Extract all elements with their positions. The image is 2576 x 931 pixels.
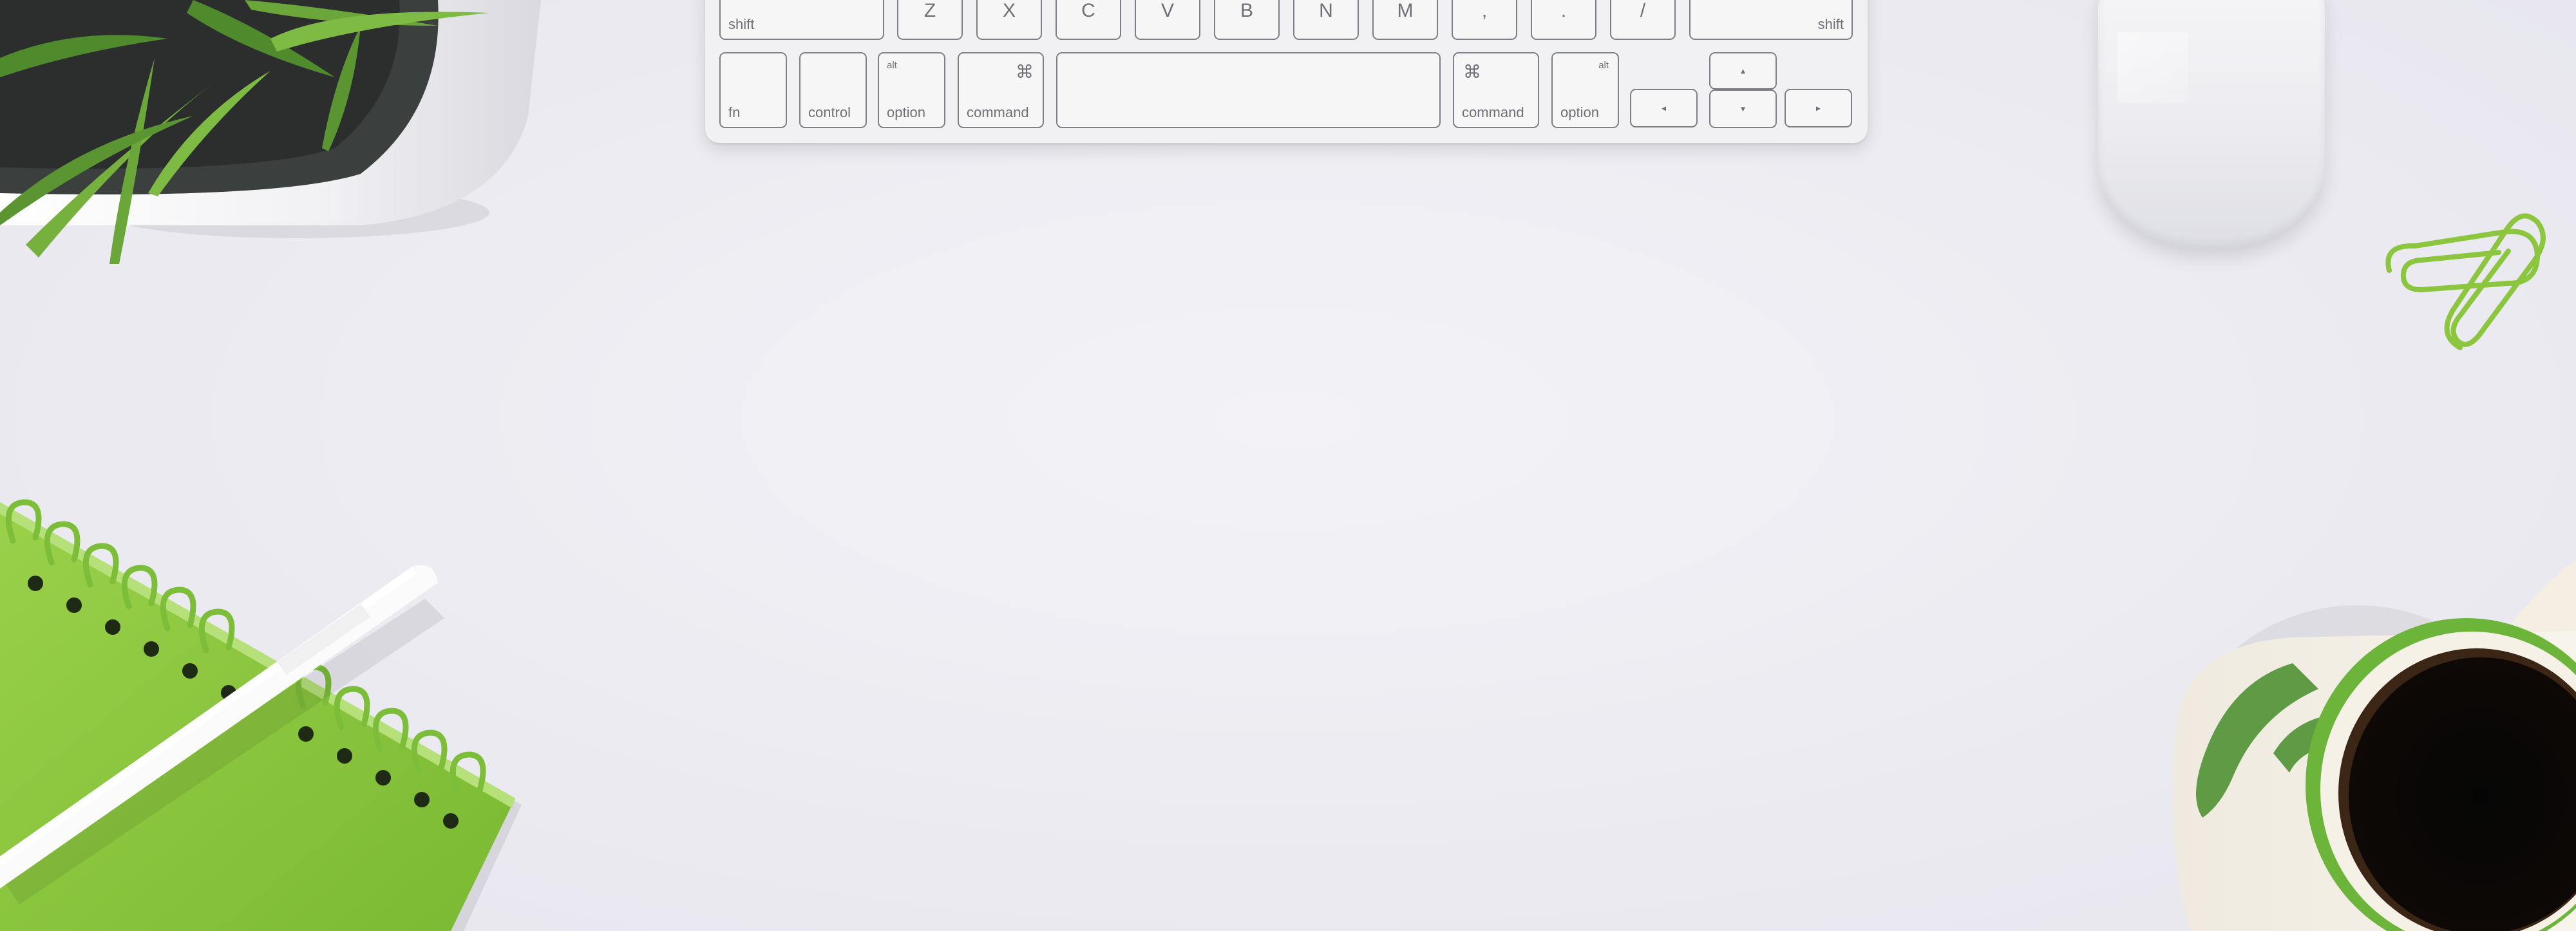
z-key-label: Z — [923, 0, 936, 21]
b-key[interactable]: B — [1214, 0, 1280, 40]
v-key-label: V — [1160, 0, 1174, 21]
z-key[interactable]: Z — [897, 0, 963, 40]
shift-left-key[interactable]: shift — [719, 0, 884, 40]
arrow-right-key[interactable]: ▸ — [1785, 89, 1852, 127]
shift-right-label: shift — [1817, 16, 1844, 32]
mouse-reflection — [2117, 32, 2188, 103]
v-key[interactable]: V — [1135, 0, 1200, 40]
desk-scene: shift Z X C V B N M , . / shift fn contr… — [0, 0, 2576, 931]
arrow-up-icon: ▴ — [1740, 65, 1746, 76]
comma-key-label: , — [1481, 0, 1488, 21]
slash-key-label: / — [1640, 0, 1646, 21]
period-key-label: . — [1560, 0, 1567, 21]
comma-key[interactable]: , — [1452, 0, 1517, 40]
alt-left-label: alt — [887, 60, 897, 71]
wireless-mouse — [2098, 0, 2325, 248]
control-key[interactable]: control — [799, 52, 867, 128]
potted-plant — [0, 0, 541, 264]
fn-key[interactable]: fn — [719, 52, 787, 128]
command-right-label: command — [1462, 104, 1524, 120]
white-pen — [0, 565, 444, 905]
command-left-key[interactable]: ⌘ command — [958, 52, 1044, 128]
shift-left-label: shift — [728, 16, 755, 32]
arrow-down-icon: ▾ — [1740, 103, 1746, 114]
command-right-key[interactable]: ⌘ command — [1453, 52, 1539, 128]
command-right-symbol: ⌘ — [1463, 62, 1481, 82]
shift-right-key[interactable]: shift — [1689, 0, 1853, 40]
arrow-up-key[interactable]: ▴ — [1709, 52, 1777, 89]
m-key[interactable]: M — [1372, 0, 1438, 40]
control-key-label: control — [808, 104, 851, 120]
x-key-label: X — [1002, 0, 1016, 21]
m-key-label: M — [1397, 0, 1414, 21]
fn-key-label: fn — [728, 104, 741, 120]
n-key-label: N — [1319, 0, 1333, 21]
option-left-key[interactable]: alt option — [878, 52, 945, 128]
option-right-key[interactable]: alt option — [1551, 52, 1619, 128]
command-left-symbol: ⌘ — [1016, 62, 1034, 82]
space-bar[interactable] — [1056, 52, 1441, 128]
b-key-label: B — [1240, 0, 1253, 21]
x-key[interactable]: X — [976, 0, 1042, 40]
option-left-label: option — [887, 104, 925, 120]
command-left-label: command — [967, 104, 1029, 120]
coffee-mug — [2172, 560, 2576, 931]
arrow-left-key[interactable]: ◂ — [1630, 89, 1698, 127]
green-paper-clips — [2385, 213, 2546, 350]
c-key-label: C — [1081, 0, 1095, 21]
arrow-right-icon: ▸ — [1815, 102, 1821, 113]
arrow-left-icon: ◂ — [1661, 102, 1667, 113]
keyboard: shift Z X C V B N M , . / shift fn contr… — [705, 0, 1868, 143]
slash-key[interactable]: / — [1610, 0, 1676, 40]
arrow-down-key[interactable]: ▾ — [1709, 89, 1777, 128]
alt-right-label: alt — [1598, 60, 1609, 71]
period-key[interactable]: . — [1531, 0, 1596, 40]
n-key[interactable]: N — [1293, 0, 1359, 40]
c-key[interactable]: C — [1056, 0, 1121, 40]
option-right-label: option — [1560, 104, 1599, 120]
